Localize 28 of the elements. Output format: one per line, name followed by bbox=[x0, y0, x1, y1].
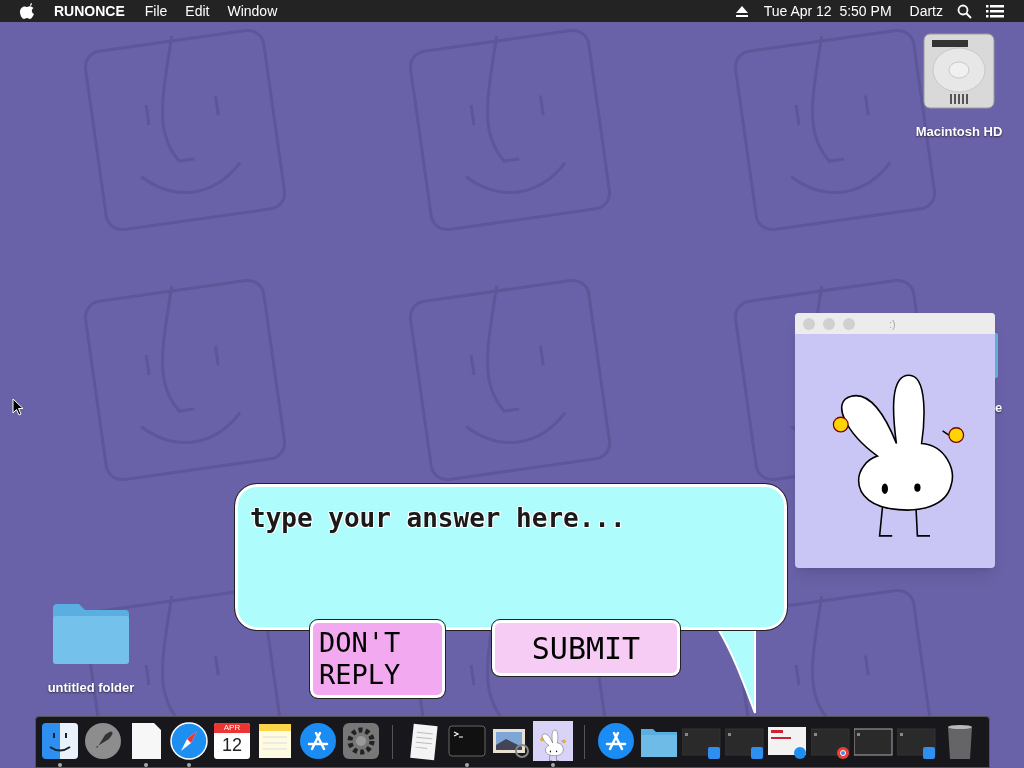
user-name[interactable]: Dartz bbox=[909, 0, 943, 22]
submit-button[interactable]: SUBMIT bbox=[492, 620, 680, 676]
app-store-icon[interactable] bbox=[298, 721, 338, 761]
finder-icon[interactable] bbox=[40, 721, 80, 761]
calendar-icon[interactable]: APR 12 bbox=[214, 723, 250, 759]
answer-input[interactable]: type your answer here... bbox=[250, 499, 772, 538]
search-icon[interactable] bbox=[957, 3, 972, 19]
menu-item[interactable]: Window bbox=[227, 0, 278, 22]
menu-item[interactable]: File bbox=[144, 0, 168, 22]
app-store-icon[interactable] bbox=[596, 721, 636, 761]
desktop-icon-label[interactable]: untitled folder bbox=[47, 678, 135, 698]
desktop-icon-label[interactable]: Macintosh HD bbox=[915, 122, 1003, 142]
apple-icon[interactable] bbox=[20, 3, 34, 19]
hard-drive-icon[interactable] bbox=[922, 32, 996, 110]
menu-icon[interactable] bbox=[986, 4, 1004, 18]
menu-clock[interactable]: Tue Apr 12 5:50 PM bbox=[763, 0, 892, 22]
menu-item[interactable]: Edit bbox=[185, 0, 210, 22]
window-title: :) bbox=[889, 317, 896, 332]
gear-icon[interactable] bbox=[341, 721, 381, 761]
answer-box[interactable]: type your answer here... bbox=[235, 484, 787, 630]
eject-icon[interactable] bbox=[735, 5, 748, 17]
app-menu[interactable]: RUNONCE bbox=[54, 0, 125, 22]
calendar-month: APR bbox=[214, 723, 250, 733]
dont-reply-button[interactable]: DON'T REPLY bbox=[310, 620, 445, 698]
calendar-day: 12 bbox=[222, 733, 242, 757]
compass-icon[interactable] bbox=[169, 721, 209, 761]
cursor-icon bbox=[12, 398, 24, 416]
desktop-icon-label[interactable]: e bbox=[995, 398, 1003, 418]
